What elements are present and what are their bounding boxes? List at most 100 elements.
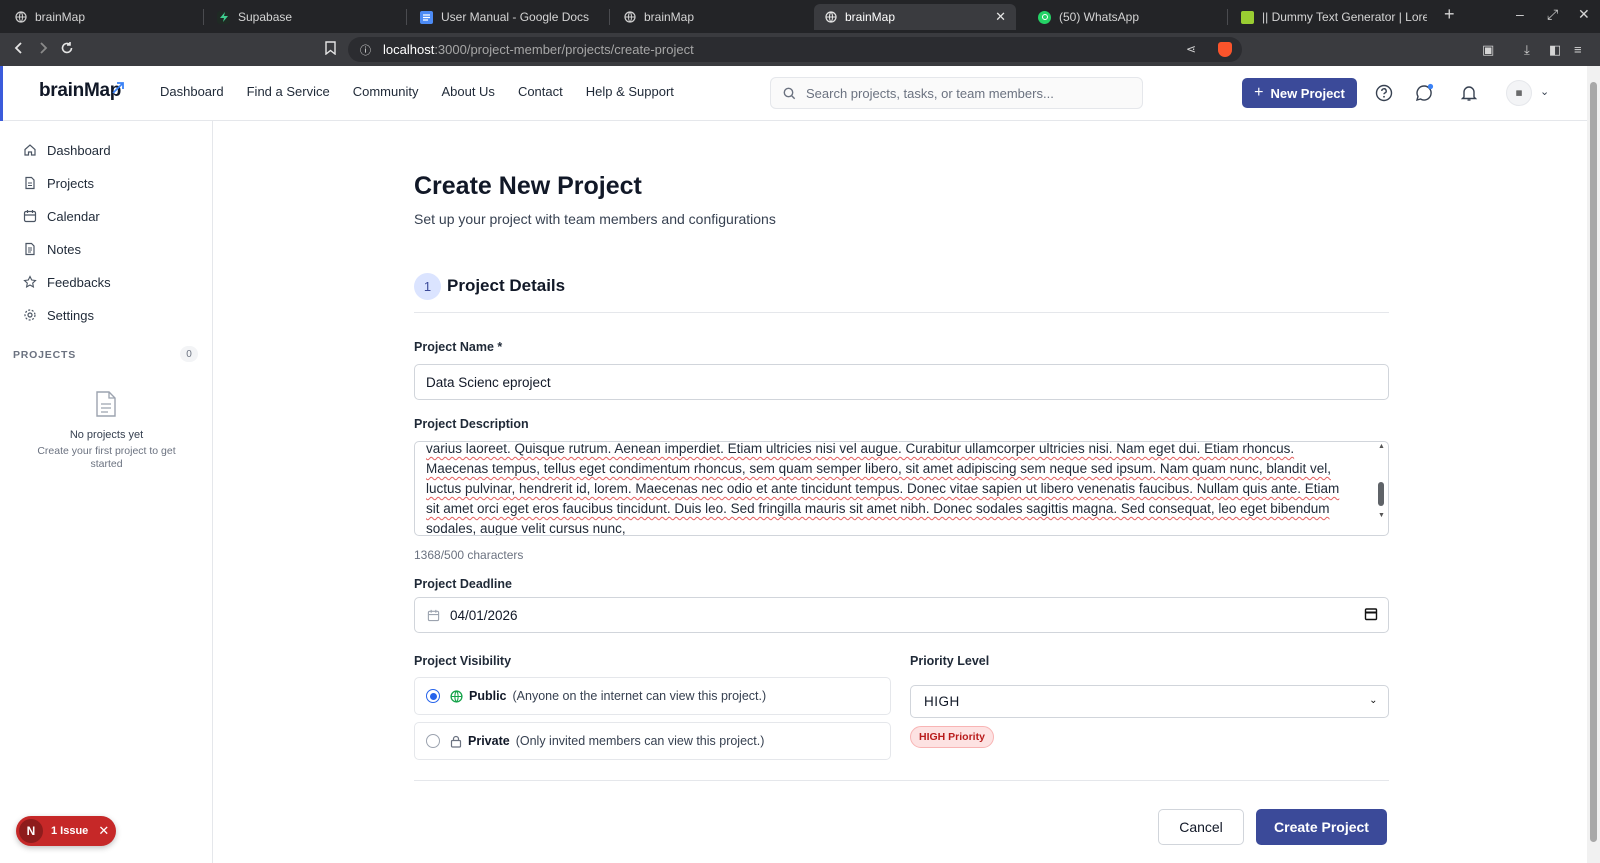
visibility-private-option[interactable]: Private (Only invited members can view t… <box>414 722 891 760</box>
reload-icon[interactable] <box>60 41 74 59</box>
tab-separator <box>406 9 407 25</box>
private-radio[interactable] <box>426 734 440 748</box>
lorem-icon <box>1241 10 1254 24</box>
sidebar: Dashboard Projects Calendar Notes Feedba… <box>0 121 213 863</box>
site-info-icon[interactable]: ⓘ <box>360 42 371 58</box>
search-input[interactable] <box>806 85 1126 101</box>
public-radio[interactable] <box>426 689 440 703</box>
projects-count-badge: 0 <box>180 346 198 362</box>
nav-about-us[interactable]: About Us <box>441 84 494 99</box>
new-tab-icon[interactable]: + <box>1444 4 1455 25</box>
bell-icon[interactable] <box>1459 83 1479 103</box>
new-project-label: New Project <box>1270 85 1345 101</box>
page-title: Create New Project <box>414 172 642 200</box>
help-icon[interactable] <box>1374 83 1394 103</box>
browser-tab-active[interactable]: brainMap ✕ <box>814 4 1016 30</box>
browser-tab[interactable]: Supabase <box>207 4 403 30</box>
tab-title: User Manual - Google Docs <box>441 10 590 24</box>
lock-icon <box>450 735 462 748</box>
tab-title: || Dummy Text Generator | Lore <box>1262 10 1427 24</box>
tab-separator <box>1227 9 1228 25</box>
search-icon <box>783 87 796 99</box>
nav-contact[interactable]: Contact <box>518 84 563 99</box>
home-icon <box>24 144 36 156</box>
calendar-icon <box>23 210 37 223</box>
back-icon[interactable] <box>12 41 26 59</box>
chat-icon[interactable] <box>1414 83 1434 103</box>
sidebar-item-feedbacks[interactable]: Feedbacks <box>23 272 111 292</box>
tab-separator <box>609 9 610 25</box>
star-icon <box>23 275 37 288</box>
sidebar-item-settings[interactable]: Settings <box>23 305 94 325</box>
private-title: Private <box>468 734 510 748</box>
new-project-button[interactable]: + New Project <box>1242 78 1357 108</box>
nav-community[interactable]: Community <box>353 84 419 99</box>
scroll-up-icon[interactable]: ▲ <box>1378 443 1385 450</box>
sidebar-item-projects[interactable]: Projects <box>23 173 94 193</box>
browser-tab[interactable]: brainMap <box>4 4 200 30</box>
close-icon[interactable]: ✕ <box>98 823 109 839</box>
app-logo[interactable]: brainMap <box>39 80 121 102</box>
chevron-down-icon[interactable]: ⌄ <box>1540 85 1549 98</box>
project-name-input[interactable]: Data Scienc eproject <box>414 364 1389 400</box>
project-description-text: varius laoreet. Quisque rutrum. Aenean i… <box>426 441 1340 536</box>
nav-find-a-service[interactable]: Find a Service <box>247 84 330 99</box>
nav-help-support[interactable]: Help & Support <box>586 84 674 99</box>
sidebar-toggle-icon[interactable]: ◧ <box>1549 42 1561 58</box>
window-close-icon[interactable]: ✕ <box>1578 6 1590 23</box>
whatsapp-icon <box>1038 10 1051 24</box>
avatar[interactable]: ▦ <box>1506 80 1532 106</box>
priority-selected-value: HIGH <box>924 694 960 709</box>
download-icon[interactable]: ⤓ <box>1524 42 1530 58</box>
step-number: 1 <box>414 273 441 300</box>
issues-badge[interactable]: N 1 Issue ✕ <box>16 816 116 846</box>
calendar-icon <box>427 609 440 622</box>
globe-icon <box>14 11 27 24</box>
textarea-scrollbar[interactable]: ▲ ▼ <box>1374 442 1388 535</box>
brave-shield-icon[interactable] <box>1218 42 1232 57</box>
sidebar-item-label: Settings <box>47 307 94 323</box>
forward-icon[interactable] <box>36 41 50 59</box>
sidebar-item-calendar[interactable]: Calendar <box>23 206 100 226</box>
visibility-public-option[interactable]: Public (Anyone on the internet can view … <box>414 677 891 715</box>
scrollbar-thumb[interactable] <box>1590 82 1597 842</box>
sidebar-item-notes[interactable]: Notes <box>23 239 81 259</box>
app-header: brainMap Dashboard Find a Service Commun… <box>0 66 1587 121</box>
tab-separator <box>203 9 204 25</box>
project-description-textarea[interactable]: varius laoreet. Quisque rutrum. Aenean i… <box>414 441 1389 536</box>
projects-section-title: PROJECTS <box>13 349 76 361</box>
sidebar-item-dashboard[interactable]: Dashboard <box>23 140 111 160</box>
nav-dashboard[interactable]: Dashboard <box>160 84 224 99</box>
page-subtitle: Set up your project with team members an… <box>414 211 776 227</box>
share-icon[interactable]: ⋖ <box>1186 42 1196 56</box>
browser-tab[interactable]: User Manual - Google Docs <box>410 4 606 30</box>
section-divider <box>414 312 1389 313</box>
address-bar-row: ⓘ localhost:3000/project-member/projects… <box>0 33 1600 66</box>
scroll-down-icon[interactable]: ▼ <box>1378 512 1385 519</box>
url-path: :3000/project-member/projects/create-pro… <box>434 42 694 57</box>
date-picker-icon[interactable] <box>1364 607 1378 621</box>
gear-icon <box>24 309 36 321</box>
project-deadline-input[interactable]: 04/01/2026 <box>414 597 1389 633</box>
search-box[interactable] <box>770 77 1143 109</box>
browser-tab[interactable]: (50) WhatsApp <box>1028 4 1224 30</box>
restore-icon[interactable]: ⤢ <box>1547 6 1558 23</box>
menu-icon[interactable]: ≡ <box>1574 42 1582 57</box>
bookmark-icon[interactable] <box>325 41 336 59</box>
minimize-icon[interactable]: – <box>1516 6 1524 22</box>
browser-tab-bar: brainMap Supabase User Manual - Google D… <box>0 0 1600 33</box>
public-description: (Anyone on the internet can view this pr… <box>512 689 767 703</box>
top-nav: Dashboard Find a Service Community About… <box>160 84 674 99</box>
close-icon[interactable]: ✕ <box>995 9 1006 25</box>
page-scrollbar[interactable] <box>1587 66 1600 863</box>
extensions-icon[interactable]: ▣ <box>1482 42 1494 58</box>
scrollbar-thumb[interactable] <box>1378 482 1384 506</box>
cancel-button[interactable]: Cancel <box>1158 809 1244 845</box>
browser-tab[interactable]: || Dummy Text Generator | Lore <box>1231 4 1427 30</box>
url-host: localhost <box>383 42 435 57</box>
browser-tab[interactable]: brainMap <box>613 4 809 30</box>
create-project-button[interactable]: Create Project <box>1256 809 1387 845</box>
priority-select[interactable]: HIGH ⌄ <box>910 685 1389 718</box>
globe-icon <box>450 689 463 703</box>
url-field[interactable]: ⓘ localhost:3000/project-member/projects… <box>348 37 1242 62</box>
